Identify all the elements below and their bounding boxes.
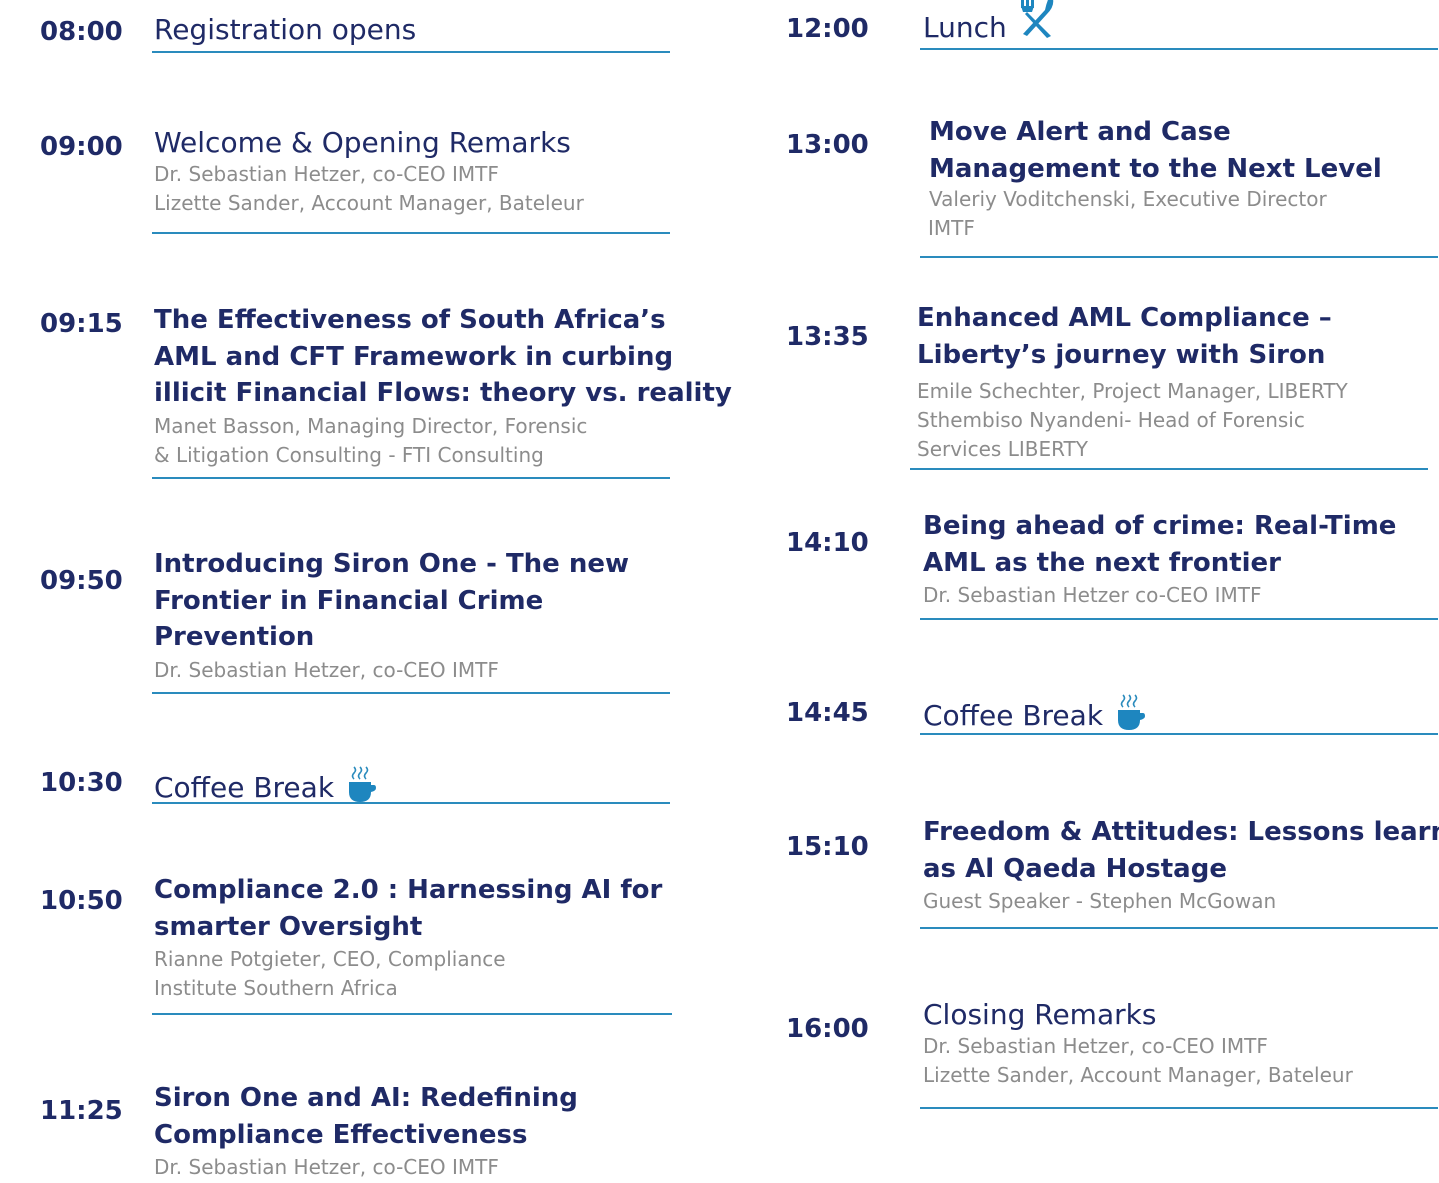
agenda-title-line: Liberty’s journey with Siron — [917, 339, 1326, 370]
agenda-time: 16:00 — [786, 1014, 869, 1044]
agenda-item: 09:00 Welcome & Opening Remarks Dr. Seba… — [40, 126, 670, 236]
speaker-line: IMTF — [928, 216, 975, 240]
agenda-title-line: Prevention — [154, 622, 315, 652]
agenda-time: 09:50 — [40, 566, 123, 596]
agenda-title: Lunch — [923, 11, 1007, 44]
agenda-title: Closing Remarks — [923, 998, 1157, 1031]
agenda-title-line: Compliance Effectiveness — [154, 1119, 528, 1150]
agenda-title-line: Move Alert and Case — [929, 117, 1231, 147]
agenda-title-line: Compliance 2.0 : Harnessing AI for — [154, 875, 663, 905]
agenda-item: 14:45 Coffee Break — [786, 686, 1436, 738]
speaker-line: Emile Schechter, Project Manager, LIBERT… — [917, 379, 1348, 403]
speaker-line: Services LIBERTY — [917, 437, 1088, 461]
divider — [920, 1107, 1438, 1109]
agenda-time: 11:25 — [40, 1096, 123, 1126]
agenda-title: Registration opens — [154, 13, 417, 46]
agenda-time: 09:00 — [40, 132, 123, 162]
agenda-title: Coffee Break — [154, 771, 335, 804]
agenda-title-line: Management to the Next Level — [929, 153, 1382, 184]
speaker-line: Valeriy Voditchenski, Executive Director — [929, 187, 1327, 211]
agenda-item: 11:25 Siron One and AI: Redefining Compl… — [40, 1080, 670, 1183]
agenda-title-line: smarter Oversight — [154, 911, 423, 942]
agenda-time: 13:35 — [786, 322, 869, 352]
agenda-title: Coffee Break — [923, 699, 1104, 732]
divider — [152, 802, 670, 804]
speaker-line: Dr. Sebastian Hetzer, co-CEO IMTF — [154, 657, 499, 682]
agenda-title-line: AML and CFT Framework in curbing — [154, 341, 674, 372]
agenda-item: 15:10 Freedom & Attitudes: Lessons learn… — [786, 814, 1439, 932]
speaker-line: Manet Basson, Managing Director, Forensi… — [154, 413, 588, 438]
agenda-item: 09:50 Introducing Siron One - The new Fr… — [40, 546, 670, 696]
agenda-time: 10:30 — [40, 768, 123, 798]
agenda-title-line: AML as the next frontier — [923, 547, 1282, 578]
divider — [920, 618, 1438, 620]
speaker-line: Dr. Sebastian Hetzer co-CEO IMTF — [923, 583, 1262, 607]
coffee-cup-icon — [344, 764, 378, 812]
agenda-title-line: Frontier in Financial Crime — [154, 585, 544, 616]
agenda-item: 16:00 Closing Remarks Dr. Sebastian Hetz… — [786, 998, 1439, 1110]
fork-knife-icon — [1017, 0, 1057, 48]
agenda-time: 09:15 — [40, 309, 123, 339]
agenda-title-line: Siron One and AI: Redefining — [154, 1083, 578, 1113]
speaker-line: Sthembiso Nyandeni- Head of Forensic — [917, 408, 1305, 432]
divider — [920, 256, 1438, 258]
agenda-title-line: Being ahead of crime: Real-Time — [923, 511, 1397, 541]
agenda-item: 10:30 Coffee Break — [40, 758, 670, 808]
agenda-title-line: Enhanced AML Compliance – — [917, 303, 1332, 333]
agenda-item: 12:00 Lunch — [786, 0, 1436, 52]
divider — [152, 692, 670, 694]
divider — [910, 468, 1428, 470]
agenda-item: 14:10 Being ahead of crime: Real-Time AM… — [786, 508, 1436, 623]
agenda-time: 13:00 — [786, 130, 869, 160]
divider — [152, 51, 670, 53]
speaker-line: Dr. Sebastian Hetzer, co-CEO IMTF — [923, 1034, 1268, 1058]
agenda-time: 14:45 — [786, 698, 869, 728]
agenda-title: Welcome & Opening Remarks — [154, 126, 571, 159]
agenda-time: 14:10 — [786, 528, 869, 558]
divider — [152, 1013, 672, 1015]
speaker-line: Dr. Sebastian Hetzer, co-CEO IMTF — [154, 1155, 499, 1179]
divider — [152, 477, 670, 479]
divider — [920, 733, 1438, 735]
speaker-line: Lizette Sander, Account Manager, Bateleu… — [154, 191, 584, 215]
divider — [152, 232, 670, 234]
agenda-time: 10:50 — [40, 886, 123, 916]
agenda-title-line: The Effectiveness of South Africa’s — [154, 305, 666, 335]
agenda-item: 13:35 Enhanced AML Compliance – Liberty’… — [786, 300, 1436, 472]
agenda-title-line: illicit Financial Flows: theory vs. real… — [154, 378, 732, 408]
divider — [920, 927, 1438, 929]
agenda-item: 09:15 The Effectiveness of South Africa’… — [40, 302, 732, 482]
speaker-line: Dr. Sebastian Hetzer, co-CEO IMTF — [154, 162, 499, 186]
agenda-time: 15:10 — [786, 832, 869, 862]
agenda-title-line: Introducing Siron One - The new — [154, 549, 630, 579]
agenda-item: 10:50 Compliance 2.0 : Harnessing AI for… — [40, 872, 680, 1020]
speaker-line: Rianne Potgieter, CEO, Compliance — [154, 947, 506, 971]
agenda-title-line: as Al Qaeda Hostage — [923, 853, 1227, 884]
speaker-line: Institute Southern Africa — [154, 976, 398, 1000]
agenda-title-line: Freedom & Attitudes: Lessons learnt — [923, 817, 1439, 847]
speaker-line: Guest Speaker - Stephen McGowan — [923, 889, 1277, 913]
divider — [920, 48, 1438, 50]
agenda-time: 12:00 — [786, 14, 869, 44]
agenda-item: 13:00 Move Alert and Case Management to … — [786, 114, 1436, 260]
speaker-line: & Litigation Consulting - FTI Consulting — [154, 442, 544, 467]
agenda-time: 08:00 — [40, 17, 123, 47]
speaker-line: Lizette Sander, Account Manager, Bateleu… — [923, 1063, 1353, 1087]
